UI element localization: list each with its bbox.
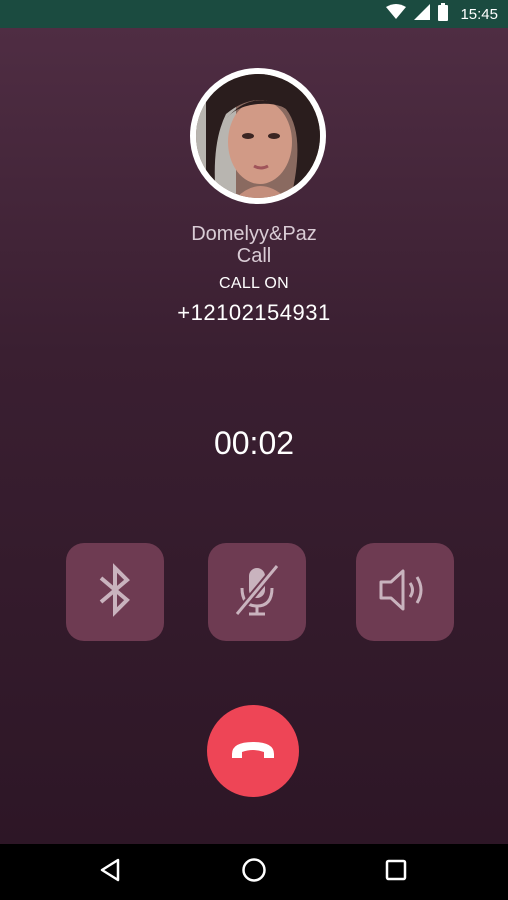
back-button[interactable] [80, 844, 140, 900]
call-timer: 00:02 [213, 425, 295, 461]
mute-button[interactable] [208, 543, 306, 641]
contact-name: Domelyy&Paz [191, 223, 317, 245]
speaker-button[interactable] [356, 543, 454, 641]
phone-hangup-icon [228, 734, 278, 769]
speaker-icon [377, 565, 433, 620]
battery-icon [438, 2, 449, 26]
phone-number: +12102154931 [177, 300, 331, 325]
recents-icon [385, 859, 407, 886]
home-button[interactable] [224, 844, 284, 900]
avatar [196, 74, 320, 198]
status-icons: 15:45 [386, 0, 498, 28]
home-icon [241, 857, 267, 888]
wifi-icon [386, 3, 407, 25]
status-bar: 15:45 [0, 0, 508, 28]
call-on-label: CALL ON [219, 275, 289, 292]
bluetooth-button[interactable] [66, 543, 164, 641]
navigation-bar [0, 844, 508, 900]
mic-off-icon [227, 560, 287, 625]
back-icon [99, 858, 121, 887]
end-call-button[interactable] [207, 705, 299, 797]
call-screen: Domelyy&Paz Call CALL ON +12102154931 00… [0, 28, 508, 844]
signal-icon [414, 3, 431, 25]
contact-subtitle: Call [236, 245, 272, 267]
status-time: 15:45 [460, 5, 498, 23]
recents-button[interactable] [366, 844, 426, 900]
bluetooth-icon [95, 562, 135, 623]
avatar-ring [190, 68, 326, 204]
